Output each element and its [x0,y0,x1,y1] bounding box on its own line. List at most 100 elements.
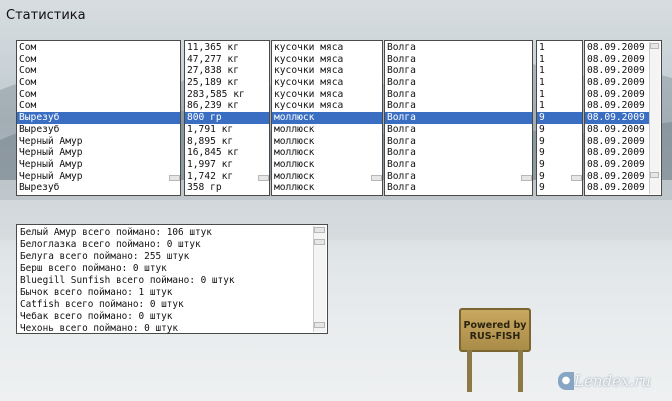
table-row-cell[interactable]: 08.09.2009 [585,182,649,194]
table-row-cell[interactable]: 1 [537,100,582,112]
horizontal-scroll-thumb[interactable] [521,175,532,181]
table-row-cell[interactable]: Волга [385,182,532,194]
table-row-cell[interactable]: 9 [537,124,582,136]
table-row-cell[interactable]: кусочки мяса [272,54,382,66]
table-row-cell[interactable]: 08.09.2009 [585,65,649,77]
table-row-cell[interactable]: Волга [385,77,532,89]
horizontal-scroll-thumb[interactable] [258,175,269,181]
table-row-cell[interactable]: 9 [537,136,582,148]
table-row-cell[interactable]: Волга [385,124,532,136]
list-item[interactable]: Catfish всего поймано: 0 штук [17,299,313,311]
table-row-cell[interactable]: 11,365 кг [185,42,269,54]
table-row-cell[interactable]: 1 [537,77,582,89]
table-row-cell[interactable]: 1 [537,89,582,101]
table-row-cell[interactable]: 1 [537,42,582,54]
table-row-cell[interactable]: 47,277 кг [185,54,269,66]
table-row-cell[interactable]: Сом [17,54,180,66]
table-row-cell[interactable]: моллюск [272,159,382,171]
table-row-cell[interactable]: 08.09.2009 [585,112,649,124]
table-row-cell[interactable]: 1,742 кг [185,171,269,183]
table-row-cell[interactable]: 08.09.2009 [585,89,649,101]
table-row-cell[interactable]: 8,895 кг [185,136,269,148]
table-row-cell[interactable]: кусочки мяса [272,89,382,101]
horizontal-scroll-thumb[interactable] [571,175,582,181]
table-row-cell[interactable]: 358 гр [185,182,269,194]
fish-column-list[interactable]: Сом Сом Сом Сом Сом Сом Вырезуб Вырезуб Черный А… [16,40,181,196]
table-row-cell[interactable]: 1,791 кг [185,124,269,136]
table-row-cell[interactable]: 08.09.2009 [585,147,649,159]
table-row-cell[interactable]: кусочки мяса [272,65,382,77]
table-row-cell[interactable]: 1,997 кг [185,159,269,171]
table-row-cell[interactable]: Черный Амур [17,171,180,183]
table-row-cell[interactable]: Черный Амур [17,159,180,171]
list-item[interactable]: Чебак всего поймано: 0 штук [17,311,313,323]
scroll-thumb[interactable] [650,43,659,49]
place-column-list[interactable]: Волга Волга Волга Волга Волга Волга Волга Волга… [384,40,533,196]
table-row-cell[interactable]: 800 гр [185,112,269,124]
table-row-cell[interactable]: Волга [385,112,532,124]
list-item[interactable]: Бычок всего поймано: 1 штук [17,287,313,299]
table-row-cell[interactable]: 08.09.2009 [585,171,649,183]
table-row-cell[interactable]: Волга [385,159,532,171]
table-row-cell[interactable]: 08.09.2009 [585,54,649,66]
table-row-cell[interactable]: 08.09.2009 [585,100,649,112]
list-item[interactable]: Белоглазка всего поймано: 0 штук [17,239,313,251]
table-row-cell[interactable]: Волга [385,136,532,148]
horizontal-scroll-thumb[interactable] [371,175,382,181]
scroll-thumb-bottom[interactable] [650,172,659,178]
date-column-list[interactable]: 08.09.2009 08.09.2009 08.09.2009 08.09.2009… [584,40,662,196]
table-row-cell[interactable]: Сом [17,89,180,101]
table-row-cell[interactable]: кусочки мяса [272,100,382,112]
table-row-cell[interactable]: Сом [17,42,180,54]
table-row-cell[interactable]: 25,189 кг [185,77,269,89]
table-row-cell[interactable]: Волга [385,42,532,54]
table-row-cell[interactable]: моллюск [272,124,382,136]
table-row-cell[interactable]: 27,838 кг [185,65,269,77]
table-row-cell[interactable]: Волга [385,147,532,159]
table-row-cell[interactable]: Вырезуб [17,112,180,124]
summary-scroll-thumb-bottom[interactable] [314,239,325,245]
table-row-cell[interactable]: 9 [537,147,582,159]
table-row-cell[interactable]: Волга [385,89,532,101]
table-row-cell[interactable]: Черный Амур [17,147,180,159]
table-row-cell[interactable]: моллюск [272,136,382,148]
table-row-cell[interactable]: Волга [385,100,532,112]
table-row-cell[interactable]: 08.09.2009 [585,77,649,89]
table-row-cell[interactable]: 08.09.2009 [585,124,649,136]
table-row-cell[interactable]: 08.09.2009 [585,42,649,54]
table-row-cell[interactable]: Черный Амур [17,136,180,148]
list-item[interactable]: Берш всего поймано: 0 штук [17,263,313,275]
table-row-cell[interactable]: 9 [537,112,582,124]
table-row-cell[interactable]: кусочки мяса [272,42,382,54]
table-row-cell[interactable]: Волга [385,54,532,66]
table-row-cell[interactable]: Сом [17,77,180,89]
bait-column-list[interactable]: кусочки мяса кусочки мяса кусочки мяса кусо… [271,40,383,196]
summary-scroll-thumb-end[interactable] [314,322,325,328]
table-row-cell[interactable]: 86,239 кг [185,100,269,112]
table-row-cell[interactable]: Волга [385,65,532,77]
table-row-cell[interactable]: 16,845 кг [185,147,269,159]
list-item[interactable]: Bluegill Sunfish всего поймано: 0 штук [17,275,313,287]
table-row-cell[interactable]: 08.09.2009 [585,136,649,148]
table-row-cell[interactable]: 283,585 кг [185,89,269,101]
table-row-cell[interactable]: Волга [385,171,532,183]
table-row-cell[interactable]: 9 [537,159,582,171]
list-item[interactable]: Чехонь всего поймано: 0 штук [17,323,313,333]
horizontal-scroll-thumb[interactable] [169,175,180,181]
table-row-cell[interactable]: Сом [17,65,180,77]
table-row-cell[interactable]: Вырезуб [17,182,180,194]
fish-summary-list[interactable]: Белый Амур всего поймано: 106 штук Белогл… [16,224,328,334]
table-row-cell[interactable]: Сом [17,100,180,112]
list-item[interactable]: Белый Амур всего поймано: 106 штук [17,227,313,239]
table-row-cell[interactable]: 08.09.2009 [585,159,649,171]
summary-vertical-scrollbar[interactable] [313,226,326,332]
table-row-cell[interactable]: моллюск [272,171,382,183]
vertical-scrollbar[interactable] [649,42,660,194]
table-row-cell[interactable]: кусочки мяса [272,77,382,89]
weight-column-list[interactable]: 11,365 кг 47,277 кг 27,838 кг 25,189 кг 283,… [184,40,270,196]
table-row-cell[interactable]: моллюск [272,112,382,124]
count-column-list[interactable]: 1111119999999 [536,40,583,196]
table-row-cell[interactable]: 1 [537,65,582,77]
table-row-cell[interactable]: моллюск [272,147,382,159]
table-row-cell[interactable]: Вырезуб [17,124,180,136]
